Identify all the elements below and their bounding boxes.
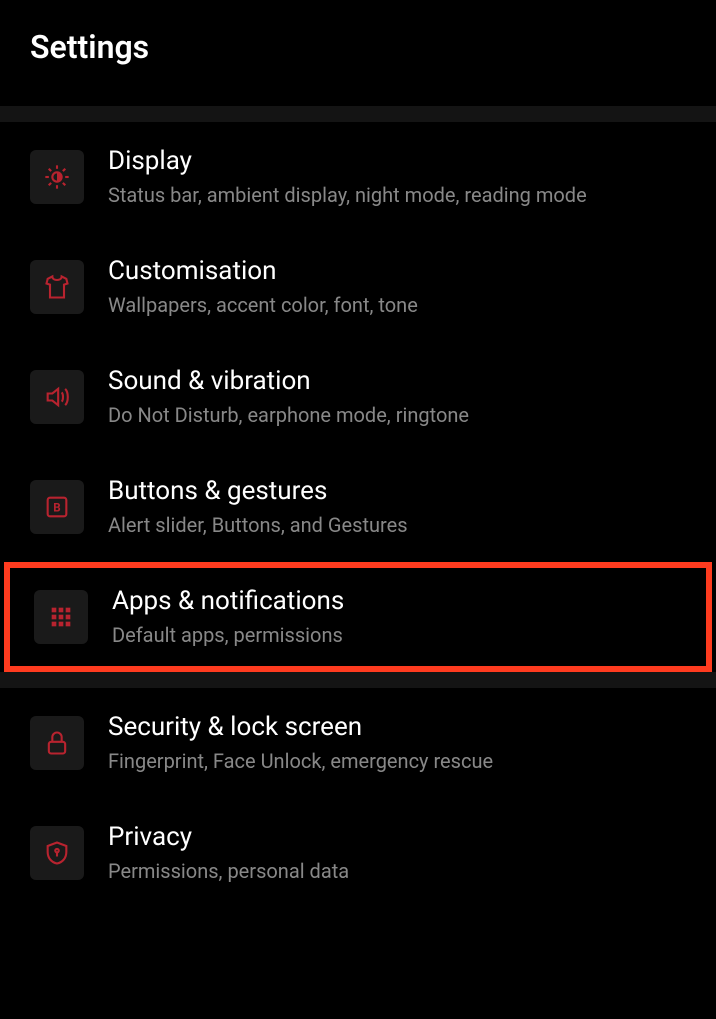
speaker-icon [30, 370, 84, 424]
item-title: Apps & notifications [112, 586, 682, 616]
item-subtitle: Alert slider, Buttons, and Gestures [108, 512, 686, 538]
item-subtitle: Status bar, ambient display, night mode,… [108, 182, 686, 208]
settings-item-sound[interactable]: Sound & vibration Do Not Disturb, earpho… [0, 342, 716, 452]
item-subtitle: Fingerprint, Face Unlock, emergency resc… [108, 748, 686, 774]
settings-section-2: Security & lock screen Fingerprint, Face… [0, 688, 716, 908]
settings-item-privacy[interactable]: Privacy Permissions, personal data [0, 798, 716, 908]
display-icon [30, 150, 84, 204]
item-subtitle: Permissions, personal data [108, 858, 686, 884]
item-title: Buttons & gestures [108, 476, 686, 506]
item-title: Privacy [108, 822, 686, 852]
shield-icon [30, 826, 84, 880]
page-title: Settings [30, 28, 686, 66]
item-title: Display [108, 146, 686, 176]
settings-item-display[interactable]: Display Status bar, ambient display, nig… [0, 122, 716, 232]
settings-section-1: Display Status bar, ambient display, nig… [0, 122, 716, 672]
item-title: Customisation [108, 256, 686, 286]
item-subtitle: Default apps, permissions [112, 622, 682, 648]
settings-item-buttons[interactable]: B Buttons & gestures Alert slider, Butto… [0, 452, 716, 562]
apps-grid-icon [34, 590, 88, 644]
shirt-icon [30, 260, 84, 314]
item-title: Sound & vibration [108, 366, 686, 396]
settings-item-apps[interactable]: Apps & notifications Default apps, permi… [4, 562, 712, 672]
settings-header: Settings [0, 0, 716, 106]
item-subtitle: Do Not Disturb, earphone mode, ringtone [108, 402, 686, 428]
item-title: Security & lock screen [108, 712, 686, 742]
item-subtitle: Wallpapers, accent color, font, tone [108, 292, 686, 318]
section-divider [0, 106, 716, 122]
lock-icon [30, 716, 84, 770]
settings-item-customisation[interactable]: Customisation Wallpapers, accent color, … [0, 232, 716, 342]
settings-item-security[interactable]: Security & lock screen Fingerprint, Face… [0, 688, 716, 798]
section-divider [0, 672, 716, 688]
svg-text:B: B [53, 501, 60, 515]
button-icon: B [30, 480, 84, 534]
